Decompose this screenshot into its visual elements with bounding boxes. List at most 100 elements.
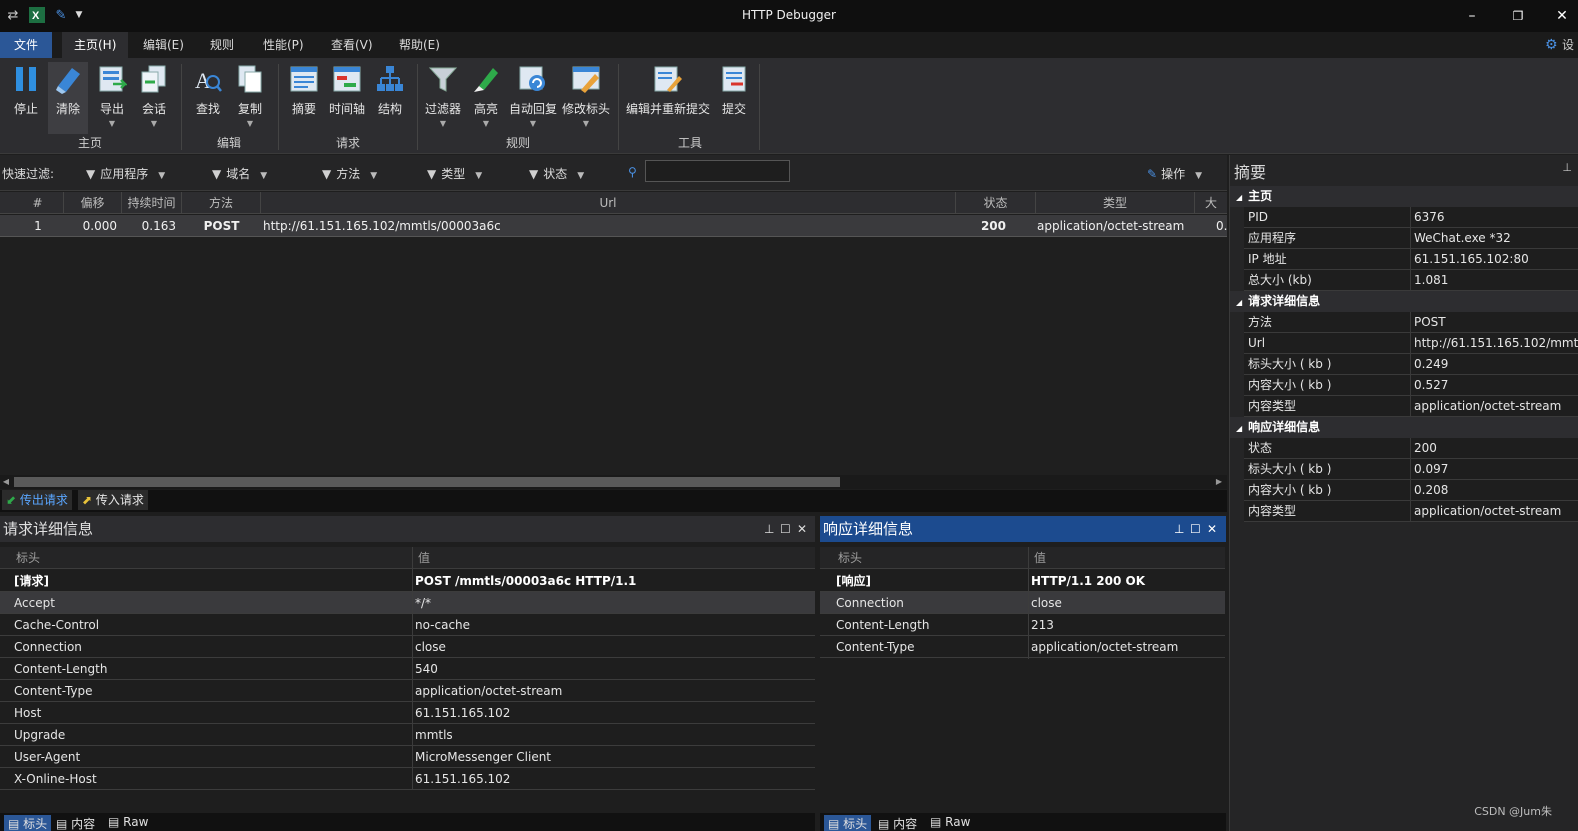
maximize-icon[interactable]: ☐	[780, 516, 791, 542]
menu-edit[interactable]: 编辑(E)	[131, 32, 196, 58]
find-button[interactable]: A 查找	[188, 62, 228, 134]
search-input[interactable]	[645, 160, 790, 182]
response-line-row[interactable]: [响应] HTTP/1.1 200 OK	[820, 570, 1225, 592]
auto-reply-button[interactable]: 自动回复 ▼	[508, 62, 558, 134]
minimize-button[interactable]: –	[1462, 6, 1482, 26]
close-button[interactable]: ✕	[1552, 6, 1572, 26]
header-key: Connection	[14, 640, 82, 654]
table-row[interactable]: Content-Type application/octet-stream	[0, 680, 815, 702]
table-row[interactable]: 1 0.000 0.163 POST http://61.151.165.102…	[0, 215, 1227, 237]
table-row[interactable]: Cache-Control no-cache	[0, 614, 815, 636]
stop-button[interactable]: 停止	[6, 62, 46, 134]
tab-raw[interactable]: ▤ Raw	[108, 815, 148, 829]
table-row[interactable]: Content-Type application/octet-stream	[820, 636, 1225, 658]
tab-incoming[interactable]: ⬈ 传入请求	[78, 490, 148, 510]
horizontal-scrollbar[interactable]: ◀ ▶	[0, 475, 1227, 489]
restore-button[interactable]: ❐	[1508, 6, 1528, 26]
col-url[interactable]: Url	[261, 192, 956, 214]
filter-type-dropdown[interactable]: ▼ 类型 ▼	[427, 165, 482, 182]
table-row[interactable]: Connection close	[820, 592, 1225, 614]
col-type[interactable]: 类型	[1036, 192, 1195, 214]
timeline-button[interactable]: 时间轴	[326, 62, 368, 134]
menu-performance[interactable]: 性能(P)	[251, 32, 316, 58]
pin-icon[interactable]: ⊥	[1174, 516, 1184, 542]
summary-row[interactable]: IP 地址 61.151.165.102:80	[1244, 249, 1578, 270]
table-row[interactable]: X-Online-Host 61.151.165.102	[0, 768, 815, 790]
modify-header-button[interactable]: 修改标头 ▼	[560, 62, 612, 134]
filter-status-dropdown[interactable]: ▼ 状态 ▼	[529, 165, 584, 182]
collapse-icon[interactable]: ◢	[1236, 193, 1242, 202]
tab-outgoing[interactable]: ⬋ 传出请求	[2, 490, 72, 510]
table-row[interactable]: Connection close	[0, 636, 815, 658]
filter-domain-dropdown[interactable]: ▼ 域名 ▼	[212, 165, 267, 182]
table-row[interactable]: Content-Length 213	[820, 614, 1225, 636]
filter-app-dropdown[interactable]: ▼ 应用程序 ▼	[86, 165, 165, 182]
close-icon[interactable]: ✕	[1207, 516, 1217, 542]
tab-content[interactable]: ▤ 内容	[878, 815, 917, 831]
row-size: 0.	[1216, 219, 1227, 233]
summary-row[interactable]: Url http://61.151.165.102/mmtl	[1244, 333, 1578, 354]
col-offset[interactable]: 偏移	[64, 192, 122, 214]
scroll-right-icon[interactable]: ▶	[1213, 475, 1225, 489]
summary-section[interactable]: ◢ 响应详细信息	[1230, 417, 1578, 438]
summary-key: 应用程序	[1248, 231, 1297, 245]
scrollbar-thumb[interactable]	[14, 477, 840, 487]
summary-row[interactable]: 应用程序 WeChat.exe *32	[1244, 228, 1578, 249]
session-button[interactable]: 会话 ▼	[134, 62, 174, 134]
menu-rules[interactable]: 规则	[198, 32, 246, 58]
settings-icon[interactable]: ⚙ 设	[1545, 36, 1574, 53]
col-duration[interactable]: 持续时间	[122, 192, 182, 214]
col-number[interactable]: #	[12, 192, 64, 214]
request-line-row[interactable]: [请求] POST /mmtls/00003a6c HTTP/1.1	[0, 570, 815, 592]
highlight-button[interactable]: 高亮 ▼	[468, 62, 504, 134]
tab-content[interactable]: ▤ 内容	[56, 815, 95, 831]
collapse-icon[interactable]: ◢	[1236, 424, 1242, 433]
tab-headers[interactable]: ▤ 标头	[824, 815, 872, 831]
menu-file[interactable]: 文件	[0, 32, 53, 58]
copy-button[interactable]: 复制 ▼	[230, 62, 270, 134]
table-row[interactable]: Content-Length 540	[0, 658, 815, 680]
table-row[interactable]: Upgrade mmtls	[0, 724, 815, 746]
summary-section[interactable]: ◢ 主页	[1230, 186, 1578, 207]
pin-icon[interactable]: ⊥	[1562, 161, 1572, 174]
summary-row[interactable]: 标头大小 ( kb ) 0.249	[1244, 354, 1578, 375]
tab-headers[interactable]: ▤ 标头	[4, 815, 52, 831]
edit-resubmit-button[interactable]: 编辑并重新提交	[624, 62, 712, 134]
summary-row[interactable]: 方法 POST	[1244, 312, 1578, 333]
action-dropdown[interactable]: ✎ 操作 ▼	[1147, 165, 1202, 182]
summary-row[interactable]: 总大小 (kb) 1.081	[1244, 270, 1578, 291]
close-icon[interactable]: ✕	[797, 516, 807, 542]
export-button[interactable]: 导出 ▼	[92, 62, 132, 134]
collapse-icon[interactable]: ◢	[1236, 298, 1242, 307]
summary-row[interactable]: PID 6376	[1244, 207, 1578, 228]
filter-method-dropdown[interactable]: ▼ 方法 ▼	[322, 165, 377, 182]
summary-row[interactable]: 内容大小 ( kb ) 0.208	[1244, 480, 1578, 501]
clear-button[interactable]: 清除	[48, 62, 88, 134]
submit-button[interactable]: 提交	[716, 62, 752, 134]
summary-row[interactable]: 内容类型 application/octet-stream	[1244, 501, 1578, 522]
scroll-left-icon[interactable]: ◀	[0, 475, 12, 489]
menu-help[interactable]: 帮助(E)	[387, 32, 452, 58]
table-row[interactable]: Host 61.151.165.102	[0, 702, 815, 724]
row-offset: 0.000	[82, 219, 117, 233]
summary-button[interactable]: 摘要	[284, 62, 324, 134]
summary-row[interactable]: 内容大小 ( kb ) 0.527	[1244, 375, 1578, 396]
summary-row[interactable]: 标头大小 ( kb ) 0.097	[1244, 459, 1578, 480]
session-label: 会话	[141, 102, 166, 116]
table-row[interactable]: User-Agent MicroMessenger Client	[0, 746, 815, 768]
summary-section[interactable]: ◢ 请求详细信息	[1230, 291, 1578, 312]
filter-button[interactable]: 过滤器 ▼	[422, 62, 464, 134]
table-row[interactable]: Accept */*	[0, 592, 815, 614]
maximize-icon[interactable]: ☐	[1190, 516, 1201, 542]
divider	[412, 547, 413, 790]
pin-icon[interactable]: ⊥	[764, 516, 774, 542]
menu-view[interactable]: 查看(V)	[319, 32, 385, 58]
structure-button[interactable]: 结构	[370, 62, 410, 134]
summary-row[interactable]: 状态 200	[1244, 438, 1578, 459]
tab-raw[interactable]: ▤ Raw	[930, 815, 970, 829]
menu-home[interactable]: 主页(H)	[62, 32, 129, 58]
col-status[interactable]: 状态	[956, 192, 1036, 214]
summary-row[interactable]: 内容类型 application/octet-stream	[1244, 396, 1578, 417]
col-size[interactable]: 大	[1195, 192, 1227, 214]
col-method[interactable]: 方法	[182, 192, 261, 214]
